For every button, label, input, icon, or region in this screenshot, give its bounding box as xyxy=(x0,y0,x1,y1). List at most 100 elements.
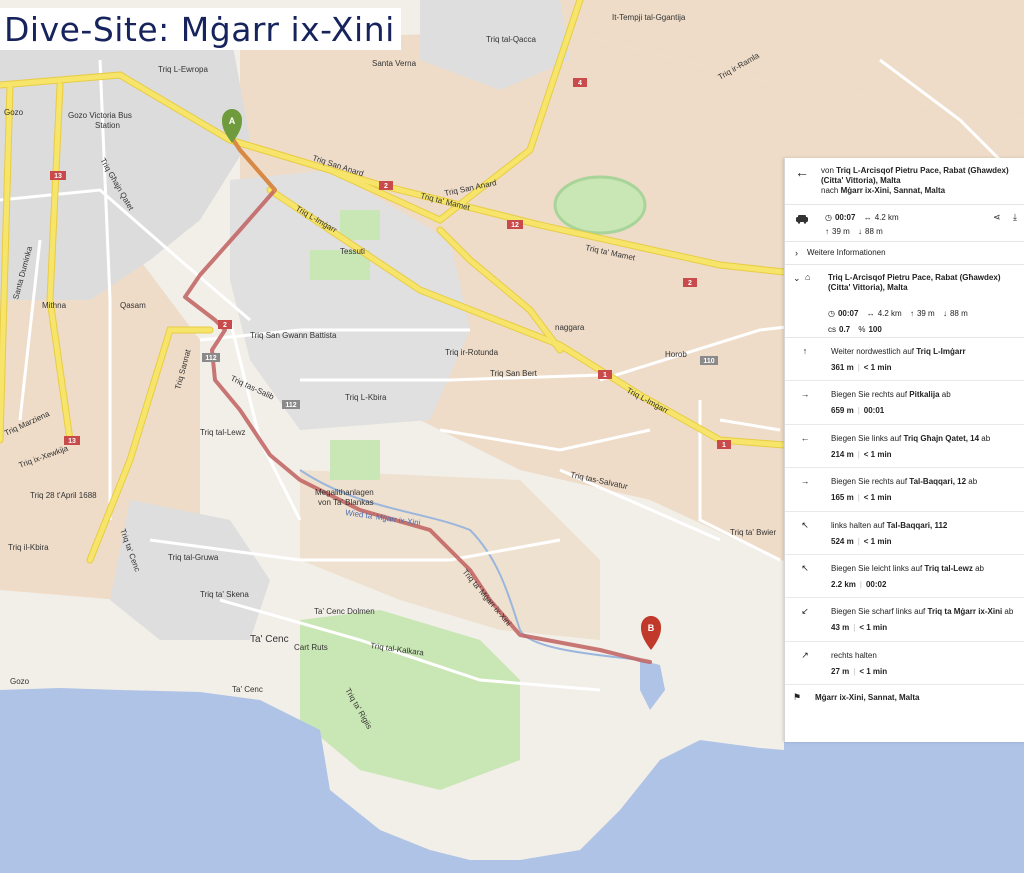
to-prefix: nach xyxy=(821,186,839,195)
step-instruction: Biegen Sie scharf links auf Triq ta Mġar… xyxy=(831,607,1017,616)
step-text: Weiter nordwestlich auf xyxy=(831,347,914,356)
step-time: < 1 min xyxy=(863,363,892,372)
from-line: von Triq L-Arcisqof Pietru Pace, Rabat (… xyxy=(821,166,1019,186)
summary-row-1: ◷ 00:07 ↔ 4.2 km xyxy=(825,213,899,222)
flag-icon: ⚑ xyxy=(793,692,802,703)
label: Qasam xyxy=(120,301,146,310)
step-distance: 27 m xyxy=(831,666,850,676)
from-name: Triq L-Arcisqof Pietru Pace, Rabat (Għaw… xyxy=(821,166,1009,185)
road-shield: 13 xyxy=(68,438,76,445)
megalith-park xyxy=(330,440,380,480)
separator: | xyxy=(853,666,856,676)
route-descent: 88 m xyxy=(949,309,968,318)
label: Triq 28 t'April 1688 xyxy=(30,491,97,500)
step-instruction: rechts halten xyxy=(831,651,1017,660)
separator: | xyxy=(859,579,862,589)
separator: | xyxy=(857,406,860,416)
label: Triq L-Ewropa xyxy=(158,65,208,74)
label: Triq tal-Qacca xyxy=(486,35,536,44)
route-percent: 100 xyxy=(868,325,882,334)
car-icon[interactable] xyxy=(795,214,809,224)
direction-step[interactable]: ↖ Biegen Sie leicht links auf Triq tal-Le… xyxy=(785,555,1024,599)
summary-ascent: 39 m xyxy=(832,227,850,236)
step-meta: 2.2 km | 00:02 xyxy=(831,580,886,589)
step-street: Triq Għajn Qatet, 14 xyxy=(903,433,980,443)
road-shield: 2 xyxy=(384,183,388,190)
label: Gozo xyxy=(4,108,24,117)
chevron-down-icon[interactable]: ⌄ xyxy=(793,273,801,284)
chevron-right-icon: › xyxy=(795,248,798,258)
route-stats-2: cs 0.7 % 100 xyxy=(828,325,882,334)
direction-step[interactable]: ↗ rechts halten 27 m | < 1 min xyxy=(785,642,1024,686)
step-time: 00:01 xyxy=(863,406,885,416)
step-street: Tal-Baqqari, 112 xyxy=(886,520,948,530)
destination-row[interactable]: ⚑ Mġarr ix-Xini, Sannat, Malta xyxy=(785,685,1024,711)
direction-step[interactable]: ← Biegen Sie links auf Triq Għajn Qatet, … xyxy=(785,425,1024,469)
turn-arrow-icon: → xyxy=(800,476,810,487)
destination-name: Mġarr ix-Xini, Sannat, Malta xyxy=(815,693,920,703)
turn-arrow-icon: ↖ xyxy=(801,519,809,530)
step-distance: 361 m xyxy=(831,363,854,372)
more-info-toggle[interactable]: › Weitere Informationen xyxy=(785,242,1024,265)
step-time: 00:02 xyxy=(865,579,887,589)
step-street: Tal-Baqqari, 12 xyxy=(909,477,967,487)
summary-row-2: ↑ 39 m ↓ 88 m xyxy=(825,227,883,236)
turn-arrow-icon: → xyxy=(800,389,810,400)
download-icon[interactable]: ⤓ xyxy=(1013,212,1017,222)
arrow-left-icon[interactable]: ← xyxy=(795,165,809,179)
direction-step[interactable]: ↑ Weiter nordwestlich auf Triq L-Imġarr 36… xyxy=(785,338,1024,382)
step-instruction: links halten auf Tal-Baqqari, 112 xyxy=(831,521,1017,530)
label: Mithna xyxy=(42,301,67,310)
distance-icon: ↔ xyxy=(866,309,875,318)
step-text: Biegen Sie rechts auf xyxy=(831,477,908,487)
step-distance: 214 m xyxy=(831,449,854,459)
turn-arrow-icon: ↑ xyxy=(802,346,808,356)
to-name: Mġarr ix-Xini, Sannat, Malta xyxy=(840,186,946,195)
clock-icon: ◷ xyxy=(825,213,832,222)
label: Gozo Victoria Bus xyxy=(68,111,132,120)
step-street: Triq tal-Lewz xyxy=(924,563,973,573)
ascent-icon: ↑ xyxy=(825,227,829,236)
descent-icon: ↓ xyxy=(858,227,863,236)
route-ascent: 39 m xyxy=(916,309,935,318)
direction-step[interactable]: ↖ links halten auf Tal-Baqqari, 112 524 m |… xyxy=(785,512,1024,555)
road-shield: 110 xyxy=(703,358,714,365)
directions-panel: ← von Triq L-Arcisqof Pietru Pace, Rabat… xyxy=(784,158,1024,742)
to-line: nach Mġarr ix-Xini, Sannat, Malta xyxy=(821,186,1019,196)
separator: | xyxy=(857,449,860,459)
share-icon[interactable]: ⋖ xyxy=(993,212,1001,222)
route-time: 00:07 xyxy=(837,309,859,318)
route-header: ← von Triq L-Arcisqof Pietru Pace, Rabat… xyxy=(785,158,1024,205)
turn-arrow-icon: ↙ xyxy=(801,606,809,617)
label: Gozo xyxy=(10,677,30,686)
label: Ta' Cenc Dolmen xyxy=(314,607,375,616)
route-block[interactable]: ⌄ ⌂ Triq L-Arcisqof Pietru Pace, Rabat (… xyxy=(785,265,1024,338)
step-meta: 524 m | < 1 min xyxy=(831,537,892,546)
route-name: Triq L-Arcisqof Pietru Pace, Rabat (Għaw… xyxy=(828,273,1001,292)
step-instruction: Biegen Sie links auf Triq Għajn Qatet, 1… xyxy=(831,434,1017,443)
step-text: Biegen Sie leicht links auf xyxy=(831,563,923,573)
step-text: links halten auf xyxy=(831,520,885,530)
label: Santa Verna xyxy=(372,59,417,68)
step-instruction: Weiter nordwestlich auf Triq L-Imġarr xyxy=(831,347,1017,356)
route-distance: 4.2 km xyxy=(877,309,902,318)
direction-step[interactable]: → Biegen Sie rechts auf Tal-Baqqari, 12 a… xyxy=(785,468,1024,512)
sports-park xyxy=(340,210,380,240)
summary-time: 00:07 xyxy=(834,213,856,222)
step-meta: 43 m | < 1 min xyxy=(831,623,887,632)
step-meta: 361 m | < 1 min xyxy=(831,363,892,372)
turn-arrow-icon: ← xyxy=(800,432,810,443)
ascent-icon: ↑ xyxy=(909,309,914,318)
direction-step[interactable]: → Biegen Sie rechts auf Pitkalija ab 659 m… xyxy=(785,381,1024,425)
race-track xyxy=(553,175,647,235)
turn-arrow-icon: ↖ xyxy=(801,562,809,573)
road-shield: 13 xyxy=(54,173,62,180)
marker-a-label: A xyxy=(229,116,236,126)
step-suffix: ab xyxy=(966,477,978,487)
separator: | xyxy=(857,493,860,503)
direction-step[interactable]: ↙ Biegen Sie scharf links auf Triq ta Mġa… xyxy=(785,598,1024,642)
clock-icon: ◷ xyxy=(828,309,835,318)
label: Triq San Gwann Battista xyxy=(250,331,337,340)
step-meta: 659 m | 00:01 xyxy=(831,406,884,415)
step-text: Biegen Sie links auf xyxy=(831,433,902,443)
